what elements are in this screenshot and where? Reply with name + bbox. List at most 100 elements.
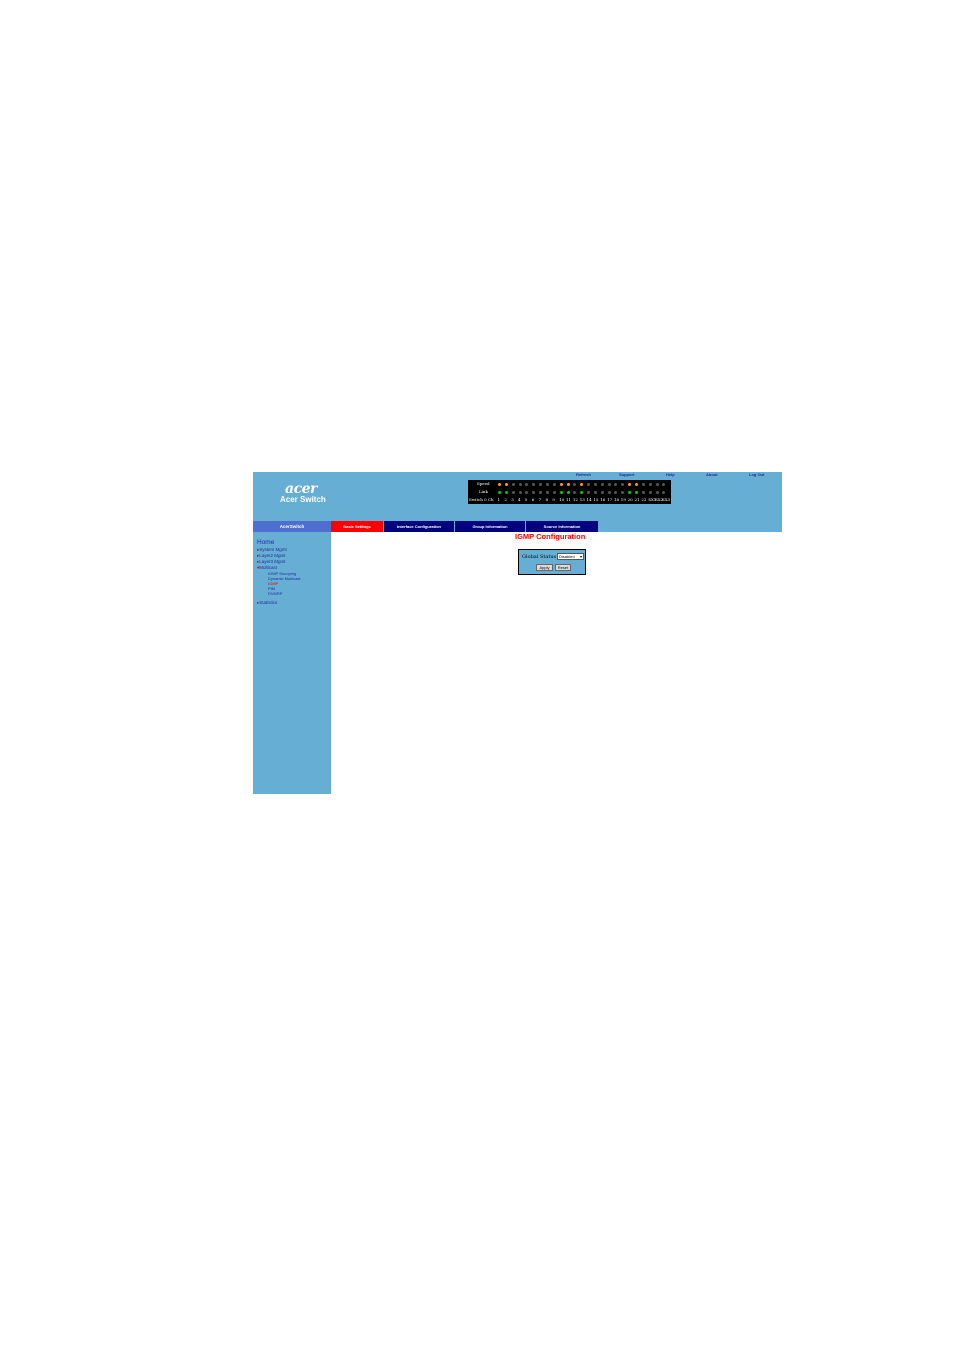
link-led	[559, 491, 563, 494]
link-led	[525, 491, 529, 494]
apply-button[interactable]: Apply	[536, 564, 553, 571]
link-led	[552, 491, 556, 494]
port-number: 18	[613, 497, 620, 502]
sidebar-item-statistics[interactable]: ▸Statistics	[257, 600, 277, 606]
link-led	[498, 491, 501, 494]
port-number: 9	[552, 497, 555, 502]
tab-basic-settings[interactable]: Basic Settings	[331, 521, 383, 532]
port-number: 5	[524, 497, 528, 502]
link-led	[545, 491, 549, 494]
speed-led	[600, 483, 604, 486]
global-status-label: Global Status	[522, 554, 557, 560]
link-led	[587, 491, 591, 494]
speed-led	[511, 483, 515, 486]
port-number: 1	[497, 497, 501, 502]
speed-led	[628, 483, 632, 486]
sidebar-item-label: Layer2 Mgmt	[259, 553, 286, 558]
link-led	[662, 491, 666, 494]
port-number: 3	[511, 497, 514, 502]
port-number: SX3	[661, 497, 671, 502]
speed-led	[504, 483, 508, 486]
global-status-value: Disabled	[559, 554, 575, 559]
sidebar-item-label: Layer3 Mgmt	[259, 559, 286, 564]
about-link[interactable]: About	[706, 472, 718, 477]
port-number: 13	[579, 497, 585, 502]
port-number: 6	[531, 497, 535, 502]
global-status-select[interactable]: Disabled ▾	[557, 553, 584, 560]
page-title: IGMP Configuration	[515, 532, 586, 541]
link-led	[600, 491, 604, 494]
link-led	[648, 491, 652, 494]
tab-source-information[interactable]: Source Information	[526, 521, 598, 532]
link-label: Link	[479, 489, 488, 494]
port-number: 17	[607, 497, 613, 502]
speed-led	[607, 483, 611, 486]
logout-link[interactable]: Log Out	[749, 472, 764, 477]
port-number: 14	[586, 497, 592, 502]
port-number: 16	[600, 497, 606, 502]
link-led	[518, 491, 522, 494]
chevron-down-icon: ▾	[579, 554, 582, 559]
link-led	[532, 491, 536, 494]
port-status-panel: Speed Link Switch 0 Ch 1 2 3 4 5 6 7 8 9 10 11 12 13…	[468, 480, 671, 504]
speed-led	[655, 483, 659, 486]
switch-web-ui: acer Acer Switch Refresh Support Help Ab…	[253, 472, 782, 794]
support-link[interactable]: Support	[619, 472, 634, 477]
speed-led	[566, 483, 570, 486]
tab-group-information[interactable]: Group Information	[455, 521, 525, 532]
speed-led	[573, 483, 577, 486]
link-led	[635, 491, 638, 494]
sidebar-item-label: System Mgmt	[259, 547, 287, 552]
speed-led	[648, 483, 652, 486]
reset-button[interactable]: Reset	[555, 564, 571, 571]
port-number: 20	[627, 497, 633, 502]
port-number: 11	[566, 497, 572, 502]
port-number: 10	[559, 497, 565, 502]
port-number: 22	[641, 497, 647, 502]
igmp-settings-form: Global Status Disabled ▾ Apply Reset	[518, 549, 586, 575]
speed-led	[641, 483, 645, 486]
link-led	[655, 491, 659, 494]
link-led	[504, 491, 508, 494]
speed-led	[525, 483, 529, 486]
link-led	[573, 491, 577, 494]
link-led	[621, 491, 625, 494]
link-led	[566, 491, 570, 494]
port-number: 21	[634, 497, 640, 502]
sidebar-item-label: Multicast	[259, 565, 278, 570]
port-number: 4	[518, 497, 521, 502]
speed-led	[559, 483, 563, 486]
product-name: Acer Switch	[280, 495, 326, 504]
speed-led	[532, 483, 536, 486]
tab-interface-configuration[interactable]: Interface Configuration	[384, 521, 454, 532]
speed-led	[539, 483, 543, 486]
link-led	[593, 491, 597, 494]
speed-led	[545, 483, 549, 486]
speed-led	[593, 483, 597, 486]
speed-led	[662, 483, 666, 486]
sidebar-header: AcerSwitch	[253, 521, 331, 532]
port-number: 7	[538, 497, 542, 502]
speed-led	[498, 483, 501, 486]
speed-led	[621, 483, 625, 486]
help-link[interactable]: Help	[666, 472, 675, 477]
link-led	[641, 491, 645, 494]
port-number: 12	[572, 497, 578, 502]
speed-label: Speed	[477, 481, 490, 486]
refresh-link[interactable]: Refresh	[576, 472, 591, 477]
sidebar-subitem-dvmrp[interactable]: DVMRP	[268, 591, 282, 596]
link-led	[607, 491, 611, 494]
link-led	[511, 491, 515, 494]
sidebar-home[interactable]: Home	[257, 539, 274, 546]
port-number: 15	[593, 497, 599, 502]
link-led	[614, 491, 618, 494]
speed-led	[635, 483, 638, 486]
speed-led	[587, 483, 591, 486]
link-led	[628, 491, 632, 494]
link-led	[539, 491, 543, 494]
speed-led	[614, 483, 618, 486]
port-number: 2	[504, 497, 507, 502]
speed-led	[552, 483, 556, 486]
port-number: 8	[545, 497, 548, 502]
speed-led	[518, 483, 522, 486]
